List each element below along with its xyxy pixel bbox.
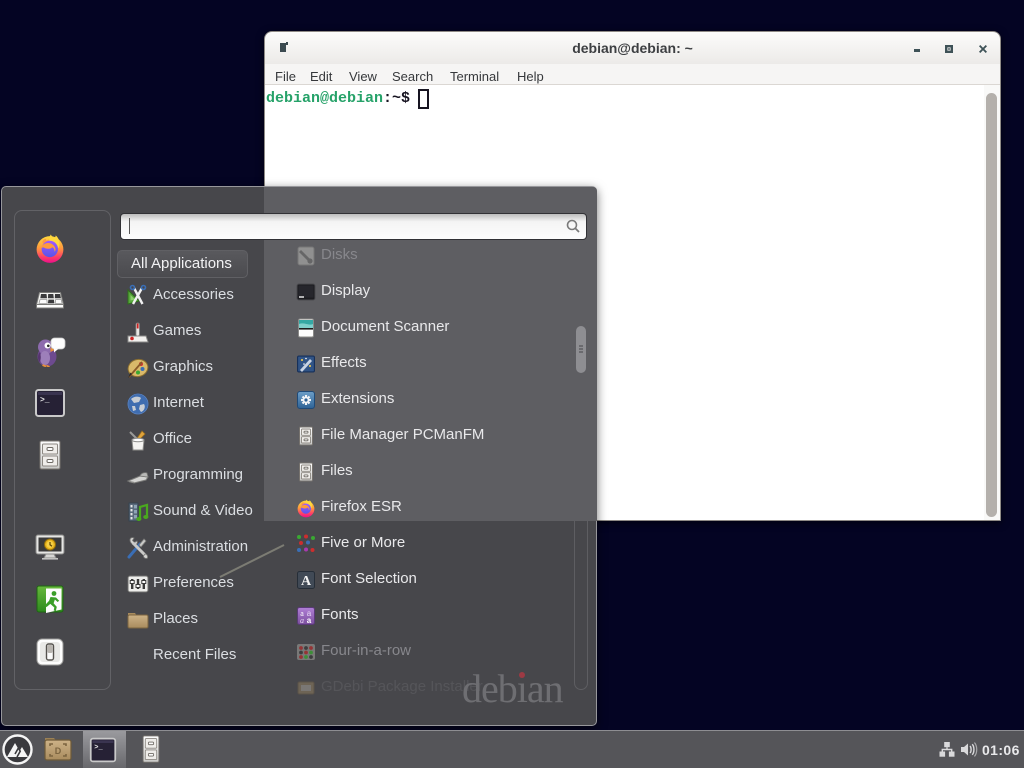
svg-text:>_: >_ [40, 396, 50, 405]
svg-text:>_: >_ [94, 744, 103, 752]
svg-text:a: a [300, 616, 304, 625]
svg-text:D: D [55, 746, 62, 756]
svg-text:A: A [301, 574, 312, 589]
svg-text:a: a [307, 616, 312, 625]
